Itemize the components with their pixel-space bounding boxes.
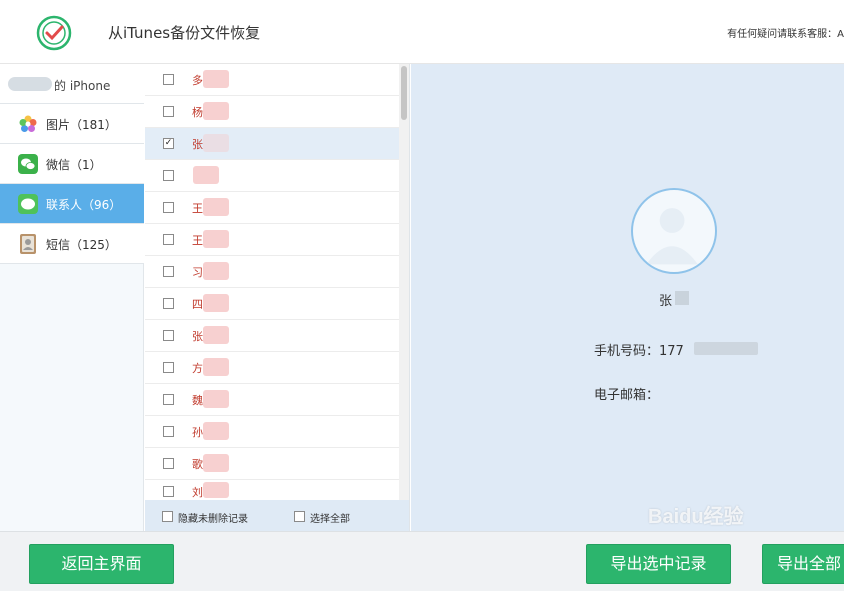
messages-icon	[20, 234, 36, 254]
table-row-selected[interactable]: ✓ 张	[145, 128, 399, 160]
contact-name: 张	[192, 138, 203, 151]
scrollbar-thumb[interactable]	[401, 66, 407, 120]
contact-name: 王	[192, 202, 203, 215]
redaction-mark	[203, 134, 229, 152]
row-checkbox[interactable]	[163, 330, 174, 341]
contact-name: 刘	[192, 486, 203, 499]
contacts-icon	[18, 194, 38, 214]
row-checkbox[interactable]	[163, 458, 174, 469]
contact-name-display: 张	[659, 294, 673, 309]
photos-icon	[19, 115, 37, 132]
list-footer: 隐藏未删除记录 选择全部	[145, 500, 409, 531]
table-row[interactable]	[145, 160, 399, 192]
select-all-checkbox[interactable]	[294, 511, 305, 522]
table-row[interactable]: 方	[145, 352, 399, 384]
contact-name: 孙	[192, 426, 203, 439]
contact-name: 多	[192, 74, 203, 87]
redaction-mark	[203, 390, 229, 408]
redaction-mark	[203, 230, 229, 248]
row-checkbox[interactable]	[163, 202, 174, 213]
table-row[interactable]: 四	[145, 288, 399, 320]
sidebar: 的 iPhone 图片（181） 微信（1） 联系人（96） 短信（125）	[0, 64, 144, 531]
hide-undeleted-checkbox[interactable]	[162, 511, 173, 522]
table-row[interactable]: 习	[145, 256, 399, 288]
table-row[interactable]: 王	[145, 224, 399, 256]
row-checkbox[interactable]	[163, 486, 174, 497]
back-to-main-button[interactable]: 返回主界面	[29, 544, 174, 584]
sidebar-item-label: 短信（125）	[46, 238, 117, 252]
support-text: 有任何疑问请联系客服：A	[727, 29, 844, 40]
sidebar-item-wechat[interactable]: 微信（1）	[0, 144, 144, 184]
redaction-mark	[203, 326, 229, 344]
app-title: 从iTunes备份文件恢复	[108, 24, 261, 42]
bottom-bar: 返回主界面 导出选中记录 导出全部	[0, 531, 844, 591]
watermark: Baidu经验	[648, 506, 744, 528]
sidebar-item-contacts[interactable]: 联系人（96）	[0, 184, 144, 224]
table-row[interactable]: 多	[145, 64, 399, 96]
redaction-mark	[203, 294, 229, 312]
contact-name: 魏	[192, 394, 203, 407]
contact-name: 王	[192, 234, 203, 247]
sidebar-item-label: 图片（181）	[46, 118, 117, 132]
row-checkbox[interactable]	[163, 298, 174, 309]
sidebar-item-label: 联系人（96）	[46, 198, 122, 212]
contact-list: 多 杨 ✓ 张 王 王 习 四 张 方 魏 孙 歌 刘 隐藏未删除记录 选择全部	[145, 64, 410, 531]
row-checkbox[interactable]	[163, 170, 174, 181]
table-row[interactable]: 王	[145, 192, 399, 224]
export-all-button[interactable]: 导出全部	[762, 544, 844, 584]
phone-label: 手机号码：177	[594, 344, 684, 359]
redaction-mark	[203, 198, 229, 216]
contact-name: 歌	[192, 458, 203, 471]
row-checkbox[interactable]	[163, 74, 174, 85]
table-row[interactable]: 魏	[145, 384, 399, 416]
sidebar-item-label: 微信（1）	[46, 158, 102, 172]
app-logo-icon	[36, 15, 72, 51]
select-all-label: 选择全部	[310, 514, 350, 525]
contact-name: 习	[192, 266, 203, 279]
row-checkbox-checked[interactable]: ✓	[163, 138, 174, 149]
table-row[interactable]: 杨	[145, 96, 399, 128]
row-checkbox[interactable]	[163, 234, 174, 245]
export-selected-button[interactable]: 导出选中记录	[586, 544, 731, 584]
table-row[interactable]: 歌	[145, 448, 399, 480]
header: 从iTunes备份文件恢复 有任何疑问请联系客服：A	[0, 0, 844, 64]
contact-name: 张	[192, 330, 203, 343]
row-checkbox[interactable]	[163, 394, 174, 405]
row-checkbox[interactable]	[163, 362, 174, 373]
row-checkbox[interactable]	[163, 106, 174, 117]
row-checkbox[interactable]	[163, 426, 174, 437]
redaction-mark	[203, 70, 229, 88]
person-icon	[646, 208, 698, 265]
contact-detail-panel: 张 手机号码：177 电子邮箱：	[411, 64, 844, 531]
phone-redaction	[694, 342, 758, 355]
list-scrollbar[interactable]	[399, 64, 409, 500]
table-row[interactable]: 刘	[145, 480, 399, 500]
hide-undeleted-label: 隐藏未删除记录	[178, 514, 248, 525]
table-row[interactable]: 张	[145, 320, 399, 352]
redaction-mark	[203, 358, 229, 376]
contact-name: 杨	[192, 106, 203, 119]
device-header: 的 iPhone	[0, 64, 144, 104]
contact-name: 方	[192, 362, 203, 375]
email-label: 电子邮箱：	[594, 388, 660, 403]
device-name-redacted	[8, 77, 52, 91]
redaction-mark	[203, 262, 229, 280]
redaction-mark	[193, 166, 219, 184]
sidebar-item-messages[interactable]: 短信（125）	[0, 224, 144, 264]
table-row[interactable]: 孙	[145, 416, 399, 448]
device-name: 的 iPhone	[54, 79, 111, 93]
row-checkbox[interactable]	[163, 266, 174, 277]
redaction-mark	[203, 482, 229, 498]
redaction-mark	[203, 454, 229, 472]
wechat-icon	[18, 154, 38, 174]
redaction-mark	[203, 102, 229, 120]
contact-name: 四	[192, 298, 203, 311]
contact-rows: 多 杨 ✓ 张 王 王 习 四 张 方 魏 孙 歌 刘	[145, 64, 399, 500]
sidebar-item-photos[interactable]: 图片（181）	[0, 104, 144, 144]
name-redaction	[675, 291, 689, 305]
avatar	[631, 188, 717, 274]
redaction-mark	[203, 422, 229, 440]
